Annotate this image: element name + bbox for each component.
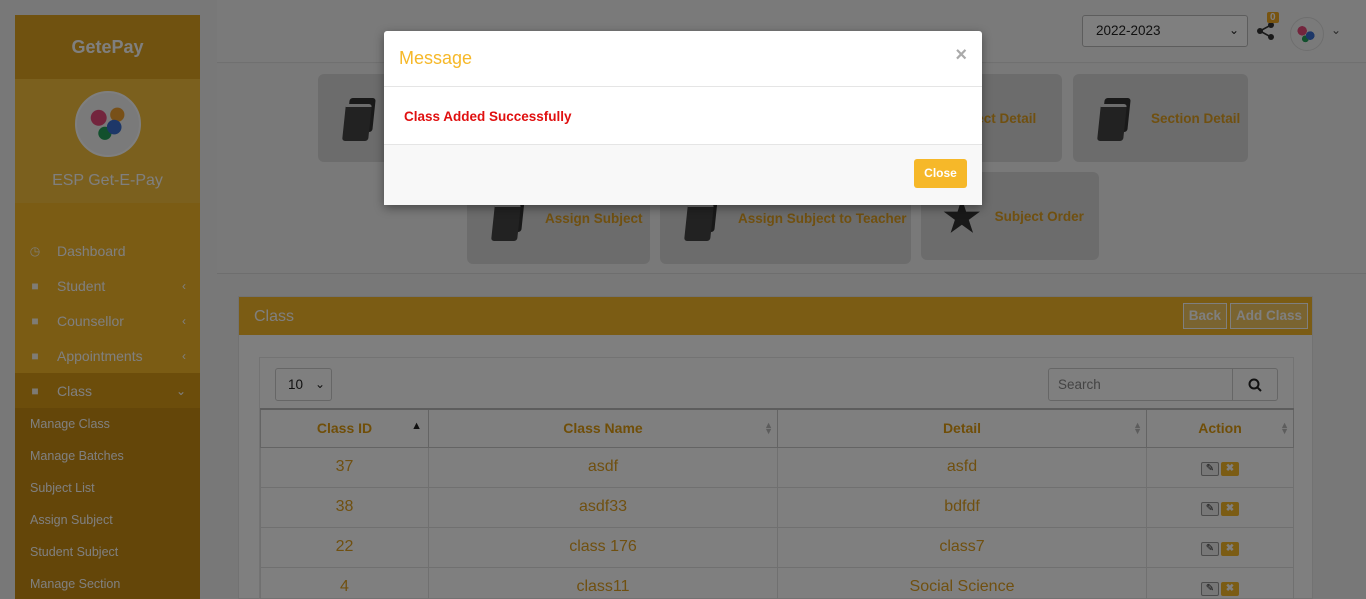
modal-body: Class Added Successfully: [384, 87, 982, 145]
modal-message: Class Added Successfully: [404, 109, 572, 124]
modal-title: Message: [399, 48, 473, 68]
close-icon[interactable]: ×: [955, 44, 967, 67]
modal-footer: Close: [384, 145, 982, 205]
message-modal: Message × Class Added Successfully Close: [384, 31, 982, 205]
close-button[interactable]: Close: [914, 159, 967, 188]
modal-header: Message ×: [384, 31, 982, 87]
